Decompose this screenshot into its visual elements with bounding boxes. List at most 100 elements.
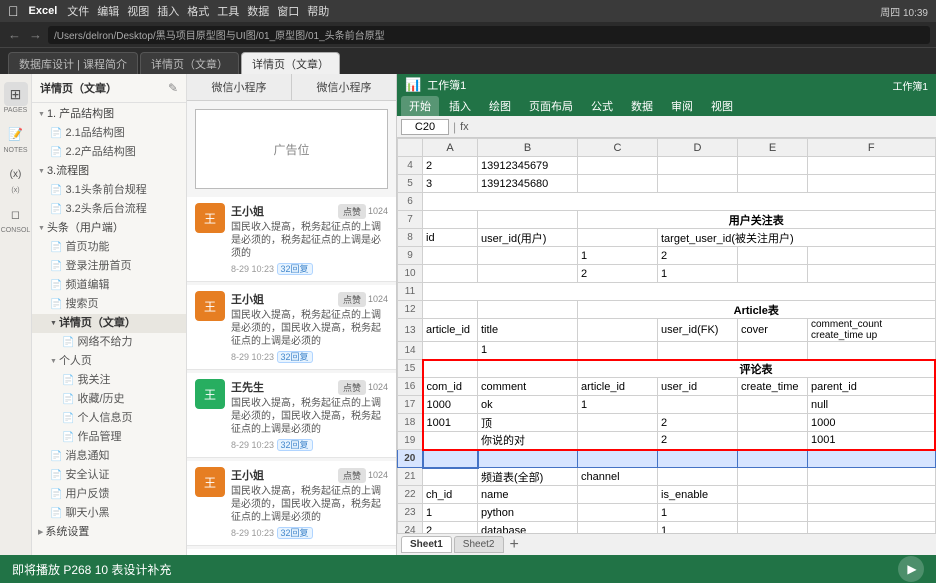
cell-e20[interactable] bbox=[738, 450, 808, 468]
cell-f5[interactable] bbox=[808, 175, 936, 193]
cell-d24[interactable]: 1 bbox=[658, 522, 738, 534]
sidebar-item[interactable]: 📄 收藏/历史 bbox=[32, 390, 186, 409]
cell-f20[interactable] bbox=[808, 450, 936, 468]
sidebar-item[interactable]: 📄 登录注册首页 bbox=[32, 257, 186, 276]
cell-d10[interactable]: 1 bbox=[658, 265, 738, 283]
col-header-f[interactable]: F bbox=[808, 139, 936, 157]
cell-c7-merged[interactable]: 用户关注表 bbox=[578, 211, 936, 229]
cell-b15[interactable] bbox=[478, 360, 578, 378]
cell-d14[interactable] bbox=[658, 342, 738, 360]
cell-e5[interactable] bbox=[738, 175, 808, 193]
cell-a10[interactable] bbox=[423, 265, 478, 283]
cell-f9[interactable] bbox=[808, 247, 936, 265]
sidebar-item[interactable]: 📄 个人信息页 bbox=[32, 409, 186, 428]
cell-b21[interactable]: 频道表(全部) bbox=[478, 468, 578, 486]
cell-b7[interactable] bbox=[478, 211, 578, 229]
cell-b18[interactable]: 顶 bbox=[478, 414, 578, 432]
sidebar-item[interactable]: 📄 我关注 bbox=[32, 371, 186, 390]
tab-detail-active[interactable]: 详情页（文章） bbox=[241, 52, 340, 74]
cell-e13[interactable]: cover bbox=[738, 319, 808, 342]
cell-c13[interactable] bbox=[578, 319, 658, 342]
cell-e17[interactable] bbox=[738, 396, 808, 414]
sidebar-item[interactable]: ▶ 系统设置 bbox=[32, 523, 186, 542]
cell-b24[interactable]: database bbox=[478, 522, 578, 534]
like-button[interactable]: 点赞 bbox=[338, 292, 366, 307]
cell-e16[interactable]: create_time bbox=[738, 378, 808, 396]
menu-item-file[interactable]: 文件 bbox=[67, 3, 89, 19]
cell-d22[interactable]: is_enable bbox=[658, 486, 738, 504]
cell-a17[interactable]: 1000 bbox=[423, 396, 478, 414]
sidebar-item[interactable]: ▼ 头条（用户端） bbox=[32, 219, 186, 238]
cell-c9[interactable]: 1 bbox=[578, 247, 658, 265]
menu-item-tools[interactable]: 工具 bbox=[217, 3, 239, 19]
add-sheet-btn[interactable]: + bbox=[506, 537, 523, 553]
cell-b17[interactable]: ok bbox=[478, 396, 578, 414]
cell-d13[interactable]: user_id(FK) bbox=[658, 319, 738, 342]
cell-d9[interactable]: 2 bbox=[658, 247, 738, 265]
sidebar-item[interactable]: 📄 消息通知 bbox=[32, 447, 186, 466]
cell-a5[interactable]: 3 bbox=[423, 175, 478, 193]
cell-c17[interactable]: 1 bbox=[578, 396, 658, 414]
cell-c19[interactable] bbox=[578, 432, 658, 450]
cell-a24[interactable]: 2 bbox=[423, 522, 478, 534]
cell-f17[interactable]: null bbox=[808, 396, 936, 414]
cell-d17[interactable] bbox=[658, 396, 738, 414]
sheet-tab-1[interactable]: Sheet1 bbox=[401, 536, 452, 553]
cell-e22[interactable] bbox=[738, 486, 808, 504]
cell-c20[interactable] bbox=[578, 450, 658, 468]
cell-a9[interactable] bbox=[423, 247, 478, 265]
ribbon-tab-view[interactable]: 视图 bbox=[703, 96, 741, 116]
cell-d4[interactable] bbox=[658, 157, 738, 175]
ribbon-tab-review[interactable]: 审阅 bbox=[663, 96, 701, 116]
cell-row11[interactable] bbox=[423, 283, 936, 301]
cell-a12[interactable] bbox=[423, 301, 478, 319]
cell-d8[interactable]: target_user_id(被关注用户) bbox=[658, 229, 936, 247]
sidebar-item[interactable]: 📄 2.2产品结构图 bbox=[32, 143, 186, 162]
tab-detail[interactable]: 详情页（文章） bbox=[140, 52, 239, 74]
sidebar-item[interactable]: 📄 频道编辑 bbox=[32, 276, 186, 295]
cell-b19[interactable]: 你说的对 bbox=[478, 432, 578, 450]
menu-item-format[interactable]: 格式 bbox=[187, 3, 209, 19]
menu-item-window[interactable]: 窗口 bbox=[277, 3, 299, 19]
cell-d20[interactable] bbox=[658, 450, 738, 468]
cell-a8[interactable]: id bbox=[423, 229, 478, 247]
cell-b14[interactable]: 1 bbox=[478, 342, 578, 360]
cell-c15-merged[interactable]: 评论表 bbox=[578, 360, 936, 378]
cell-b8[interactable]: user_id(用户) bbox=[478, 229, 578, 247]
cell-e18[interactable] bbox=[738, 414, 808, 432]
menu-item-edit[interactable]: 编辑 bbox=[97, 3, 119, 19]
cell-a20[interactable] bbox=[423, 450, 478, 468]
cell-c5[interactable] bbox=[578, 175, 658, 193]
cell-e10[interactable] bbox=[738, 265, 808, 283]
sidebar-item[interactable]: 📄 用户反馈 bbox=[32, 485, 186, 504]
cell-c8[interactable] bbox=[578, 229, 658, 247]
pages-icon-btn[interactable]: ⊞ bbox=[4, 82, 28, 106]
sidebar-item[interactable]: 📄 网络不给力 bbox=[32, 333, 186, 352]
cell-c24[interactable] bbox=[578, 522, 658, 534]
cell-b23[interactable]: python bbox=[478, 504, 578, 522]
cell-c10[interactable]: 2 bbox=[578, 265, 658, 283]
like-button[interactable]: 点赞 bbox=[338, 380, 366, 395]
ribbon-tab-layout[interactable]: 页面布局 bbox=[521, 96, 581, 116]
cell-a13[interactable]: article_id bbox=[423, 319, 478, 342]
cell-c18[interactable] bbox=[578, 414, 658, 432]
cell-a15[interactable] bbox=[423, 360, 478, 378]
cell-c16[interactable]: article_id bbox=[578, 378, 658, 396]
sidebar-item[interactable]: 📄 聊天小黑 bbox=[32, 504, 186, 523]
cell-a23[interactable]: 1 bbox=[423, 504, 478, 522]
ribbon-tab-start[interactable]: 开始 bbox=[401, 96, 439, 116]
cell-f14[interactable] bbox=[808, 342, 936, 360]
menu-item-help[interactable]: 帮助 bbox=[307, 3, 329, 19]
back-btn[interactable]: ← bbox=[6, 27, 23, 42]
notes-icon-btn[interactable]: 📝 bbox=[4, 122, 28, 146]
menu-item-insert[interactable]: 插入 bbox=[157, 3, 179, 19]
sheet-tab-2[interactable]: Sheet2 bbox=[454, 536, 504, 553]
cell-b9[interactable] bbox=[478, 247, 578, 265]
cell-d23[interactable]: 1 bbox=[658, 504, 738, 522]
cell-e4[interactable] bbox=[738, 157, 808, 175]
cell-b16[interactable]: comment bbox=[478, 378, 578, 396]
cell-a16[interactable]: com_id bbox=[423, 378, 478, 396]
cell-b20[interactable] bbox=[478, 450, 578, 468]
cell-a14[interactable] bbox=[423, 342, 478, 360]
cell-a19[interactable] bbox=[423, 432, 478, 450]
